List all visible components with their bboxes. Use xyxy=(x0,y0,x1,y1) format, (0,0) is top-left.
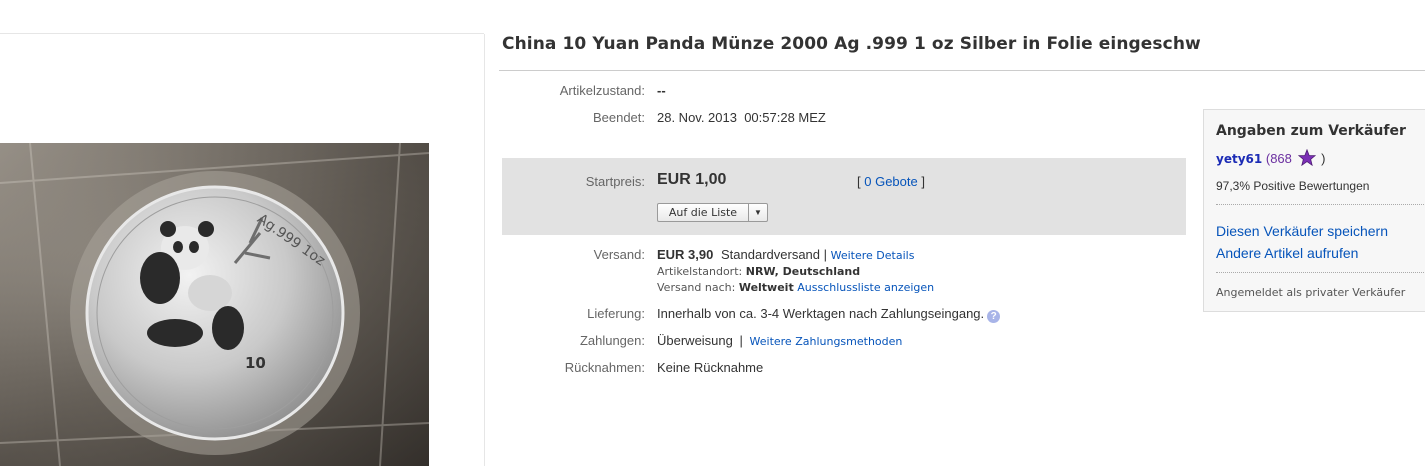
ships-to-row: Versand nach: Weltweit Ausschlussliste a… xyxy=(657,281,934,294)
seller-info-panel: Angaben zum Verkäufer yety61 (868 ) 97,3… xyxy=(1203,109,1425,312)
shipping-details-link[interactable]: Weitere Details xyxy=(831,249,915,262)
shipping-cost: EUR 3,90 xyxy=(657,247,714,262)
item-title: China 10 Yuan Panda Münze 2000 Ag .999 1… xyxy=(502,34,1201,54)
seller-divider xyxy=(1216,204,1425,205)
add-to-watchlist-button[interactable]: Auf die Liste ▼ xyxy=(657,203,768,222)
item-location-label: Artikelstandort: xyxy=(657,265,743,278)
payment-value: Überweisung xyxy=(657,333,733,348)
shipping-label: Versand: xyxy=(593,247,645,262)
coin-illustration: 10 Ag.999 1oz xyxy=(0,143,429,466)
image-column-divider xyxy=(484,34,485,466)
shipping-method: Standardversand | xyxy=(721,247,827,262)
condition-value: -- xyxy=(657,83,666,98)
exclusion-list-link[interactable]: Ausschlussliste anzeigen xyxy=(797,281,934,294)
bids-info: [ 0 Gebote ] xyxy=(857,174,925,189)
ended-value: 28. Nov. 2013 00:57:28 MEZ xyxy=(657,110,826,125)
watchlist-label: Auf die Liste xyxy=(668,206,738,219)
bids-bracket-open: [ xyxy=(857,174,861,189)
payment-label: Zahlungen: xyxy=(579,333,645,348)
item-location-value: NRW, Deutschland xyxy=(745,265,861,278)
positive-feedback: 97,3% Positive Bewertungen xyxy=(1216,179,1370,193)
other-items-link[interactable]: Andere Artikel aufrufen xyxy=(1216,245,1358,261)
delivery-row: Innerhalb von ca. 3-4 Werktagen nach Zah… xyxy=(657,306,1001,323)
seller-name-row: yety61 (868 ) xyxy=(1216,149,1325,166)
seller-username-link[interactable]: yety61 xyxy=(1216,152,1262,166)
bids-link[interactable]: 0 Gebote xyxy=(864,174,918,189)
payment-separator: | xyxy=(739,333,743,348)
feedback-paren-close: ) xyxy=(1321,151,1326,166)
delivery-label: Lieferung: xyxy=(587,306,645,321)
returns-label: Rücknahmen: xyxy=(564,360,645,375)
title-divider xyxy=(499,70,1425,71)
bids-bracket-close: ] xyxy=(921,174,925,189)
price-panel xyxy=(502,158,1186,235)
seller-divider xyxy=(1216,272,1425,273)
payment-row: Überweisung | Weitere Zahlungsmethoden xyxy=(657,333,902,348)
ships-to-label: Versand nach: xyxy=(657,281,736,294)
shipping-row: EUR 3,90 Standardversand | Weitere Detai… xyxy=(657,247,914,262)
delivery-value: Innerhalb von ca. 3-4 Werktagen nach Zah… xyxy=(657,306,985,321)
private-seller-note: Angemeldet als privater Verkäufer xyxy=(1216,286,1406,299)
seller-heading: Angaben zum Verkäufer xyxy=(1216,123,1406,139)
returns-value: Keine Rücknahme xyxy=(657,360,764,375)
image-top-divider xyxy=(0,33,484,34)
more-payment-methods-link[interactable]: Weitere Zahlungsmethoden xyxy=(750,335,903,348)
save-seller-link[interactable]: Diesen Verkäufer speichern xyxy=(1216,223,1388,239)
start-price: EUR 1,00 xyxy=(657,171,727,188)
svg-text:10: 10 xyxy=(245,354,266,372)
item-photo[interactable]: 10 Ag.999 1oz xyxy=(0,143,429,466)
feedback-score-link[interactable]: 868 xyxy=(1270,151,1292,166)
star-icon[interactable] xyxy=(1297,149,1316,166)
condition-label: Artikelzustand: xyxy=(559,83,645,98)
ships-to-value: Weltweit xyxy=(738,281,794,294)
start-price-label: Startpreis: xyxy=(585,174,645,189)
chevron-down-icon[interactable]: ▼ xyxy=(748,204,767,221)
item-location-row: Artikelstandort: NRW, Deutschland xyxy=(657,265,860,278)
ended-label: Beendet: xyxy=(592,110,645,125)
help-icon[interactable]: ? xyxy=(987,310,1001,323)
